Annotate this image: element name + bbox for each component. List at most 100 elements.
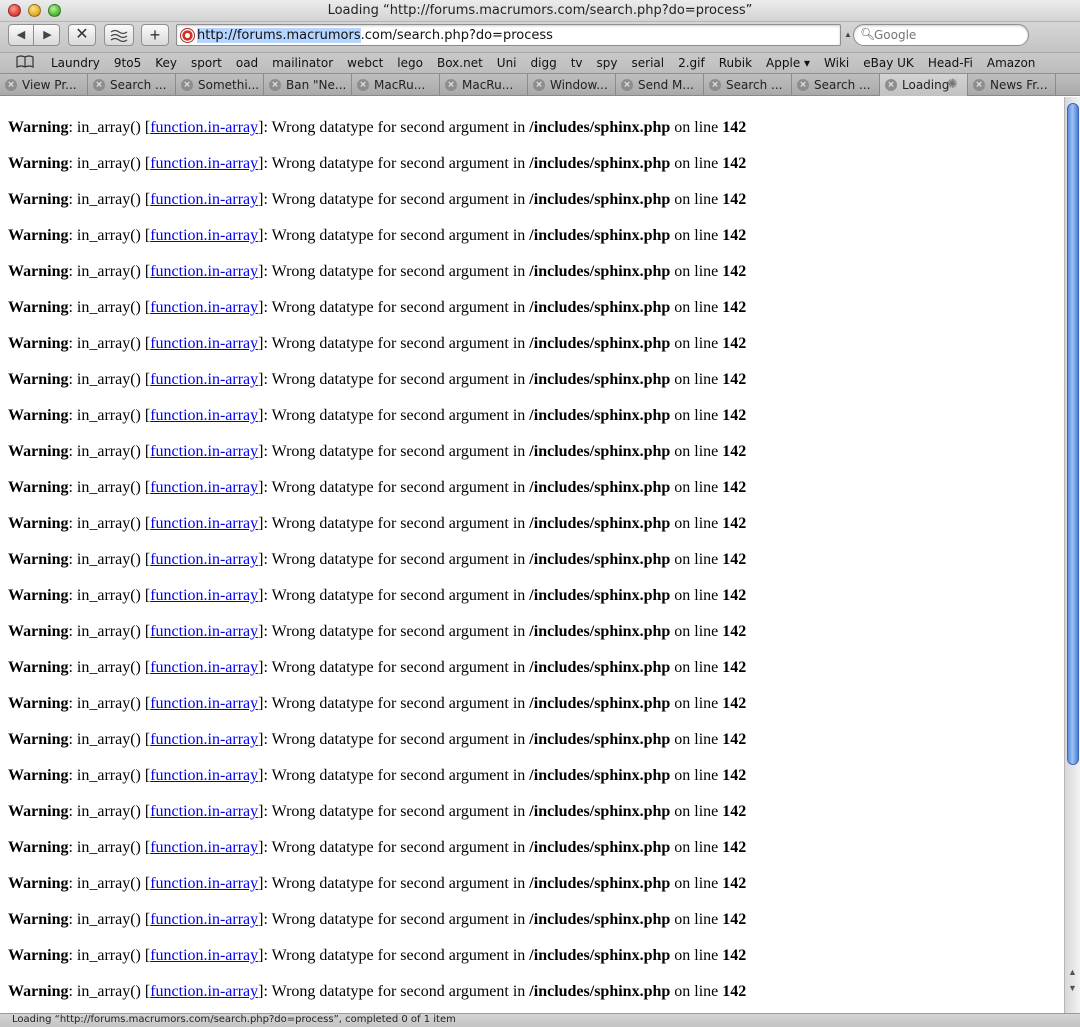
bookmark-item[interactable]: Rubik <box>719 56 752 70</box>
address-bar[interactable]: http://forums.macrumors.com/search.php?d… <box>176 24 841 46</box>
bookmark-item[interactable]: mailinator <box>272 56 333 70</box>
url-text[interactable]: http://forums.macrumors.com/search.php?d… <box>197 28 553 43</box>
function-doc-link[interactable]: function.in-array <box>150 155 258 172</box>
warning-function: : in_array() [ <box>68 839 151 856</box>
function-doc-link[interactable]: function.in-array <box>150 119 258 136</box>
book-icon <box>16 55 34 68</box>
function-doc-link[interactable]: function.in-array <box>150 371 258 388</box>
google-search-field[interactable]: 🔍︎ <box>853 24 1029 46</box>
tab[interactable]: × Ban "Ne... <box>264 74 352 96</box>
tab-close-icon[interactable]: × <box>885 79 897 91</box>
warning-message: Warning: in_array() [function.in-array]:… <box>8 335 1064 371</box>
function-doc-link[interactable]: function.in-array <box>150 659 258 676</box>
tab[interactable]: × Search ... <box>792 74 880 96</box>
bookmark-item[interactable]: digg <box>531 56 557 70</box>
function-doc-link[interactable]: function.in-array <box>150 767 258 784</box>
tab[interactable]: × View Pr... <box>0 74 88 96</box>
tab[interactable]: × News Fr... <box>968 74 1056 96</box>
bookmark-item[interactable]: webct <box>347 56 383 70</box>
warning-text: ]: Wrong datatype for second argument in <box>258 371 530 388</box>
add-bookmark-button[interactable] <box>104 24 134 46</box>
function-doc-link[interactable]: function.in-array <box>150 803 258 820</box>
tab-close-icon[interactable]: × <box>93 79 105 91</box>
function-doc-link[interactable]: function.in-array <box>150 695 258 712</box>
function-doc-link[interactable]: function.in-array <box>150 947 258 964</box>
bookmark-item[interactable]: Key <box>155 56 177 70</box>
bookmark-item[interactable]: sport <box>191 56 222 70</box>
warning-on-line: on line <box>670 587 723 604</box>
bookmark-item[interactable]: Laundry <box>51 56 100 70</box>
function-doc-link[interactable]: function.in-array <box>150 875 258 892</box>
function-doc-link[interactable]: function.in-array <box>150 191 258 208</box>
bookmark-item[interactable]: serial <box>632 56 665 70</box>
tab[interactable]: × Loading ✺ <box>880 74 968 96</box>
scroll-down-arrow-icon[interactable]: ▼ <box>1068 983 1077 993</box>
bookmark-item[interactable]: Head-Fi <box>928 56 973 70</box>
function-doc-link[interactable]: function.in-array <box>150 479 258 496</box>
function-doc-link[interactable]: function.in-array <box>150 263 258 280</box>
bookmark-item[interactable]: spy <box>597 56 618 70</box>
warning-file: /includes/sphinx.php <box>529 731 671 748</box>
bookmark-item[interactable]: eBay UK <box>863 56 914 70</box>
function-doc-link[interactable]: function.in-array <box>150 839 258 856</box>
tab-close-icon[interactable]: × <box>445 79 457 91</box>
tab-close-icon[interactable]: × <box>5 79 17 91</box>
tab-close-icon[interactable]: × <box>797 79 809 91</box>
function-doc-link[interactable]: function.in-array <box>150 443 258 460</box>
bookmark-item[interactable]: Wiki <box>824 56 849 70</box>
forward-button[interactable]: ▶ <box>35 25 60 45</box>
warning-on-line: on line <box>670 731 723 748</box>
warning-function: : in_array() [ <box>68 983 151 1000</box>
tab[interactable]: × Search ... <box>704 74 792 96</box>
bookmark-item[interactable]: 9to5 <box>114 56 141 70</box>
function-doc-link[interactable]: function.in-array <box>150 299 258 316</box>
scroll-up-arrow-icon[interactable]: ▲ <box>1068 967 1077 977</box>
function-doc-link[interactable]: function.in-array <box>150 551 258 568</box>
bookmark-item[interactable]: tv <box>571 56 583 70</box>
bookmarks-bar: Laundry 9to5 Key sport oad mailinator webct leg… <box>0 52 1080 74</box>
tab-close-icon[interactable]: × <box>621 79 633 91</box>
bookmark-item[interactable]: oad <box>236 56 258 70</box>
function-doc-link[interactable]: function.in-array <box>150 227 258 244</box>
tab-close-icon[interactable]: × <box>709 79 721 91</box>
bookmark-item[interactable]: lego <box>397 56 423 70</box>
tab-close-icon[interactable]: × <box>973 79 985 91</box>
function-doc-link[interactable]: function.in-array <box>150 335 258 352</box>
snapback-icon <box>110 29 128 43</box>
back-button[interactable]: ◀ <box>9 25 34 45</box>
tab-close-icon[interactable]: × <box>357 79 369 91</box>
tab-close-icon[interactable]: × <box>181 79 193 91</box>
tab[interactable]: × MacRu... <box>440 74 528 96</box>
tab-label: MacRu... <box>462 78 514 92</box>
tab[interactable]: × Search ... <box>88 74 176 96</box>
new-tab-button[interactable]: + <box>141 24 169 46</box>
function-doc-link[interactable]: function.in-array <box>150 731 258 748</box>
tab-close-icon[interactable]: × <box>533 79 545 91</box>
function-doc-link[interactable]: function.in-array <box>150 911 258 928</box>
warning-file: /includes/sphinx.php <box>529 623 671 640</box>
function-doc-link[interactable]: function.in-array <box>150 623 258 640</box>
tab[interactable]: × MacRu... <box>352 74 440 96</box>
tab[interactable]: × Window... <box>528 74 616 96</box>
bookmark-item[interactable]: Uni <box>497 56 517 70</box>
bookmark-item[interactable]: Amazon <box>987 56 1036 70</box>
tab-close-icon[interactable]: × <box>269 79 281 91</box>
vertical-scrollbar[interactable]: ▲ ▼ <box>1064 97 1080 1013</box>
url-history-chevron-icon[interactable]: ▲ <box>844 30 852 39</box>
scroll-thumb[interactable] <box>1067 103 1079 765</box>
search-input[interactable] <box>874 27 1024 43</box>
warning-label: Warning <box>8 947 69 964</box>
tab[interactable]: × Somethi... <box>176 74 264 96</box>
bookmark-item[interactable]: Apple ▾ <box>766 56 810 70</box>
function-doc-link[interactable]: function.in-array <box>150 587 258 604</box>
stop-loading-button[interactable]: ✕ <box>68 24 96 46</box>
bookmark-item[interactable]: Box.net <box>437 56 483 70</box>
warning-line-number: 142 <box>722 947 747 964</box>
function-doc-link[interactable]: function.in-array <box>150 515 258 532</box>
bookmark-item[interactable]: 2.gif <box>678 56 705 70</box>
open-book-icon[interactable] <box>16 55 34 72</box>
warning-line-number: 142 <box>722 659 747 676</box>
function-doc-link[interactable]: function.in-array <box>150 983 258 1000</box>
tab[interactable]: × Send M... <box>616 74 704 96</box>
function-doc-link[interactable]: function.in-array <box>150 407 258 424</box>
